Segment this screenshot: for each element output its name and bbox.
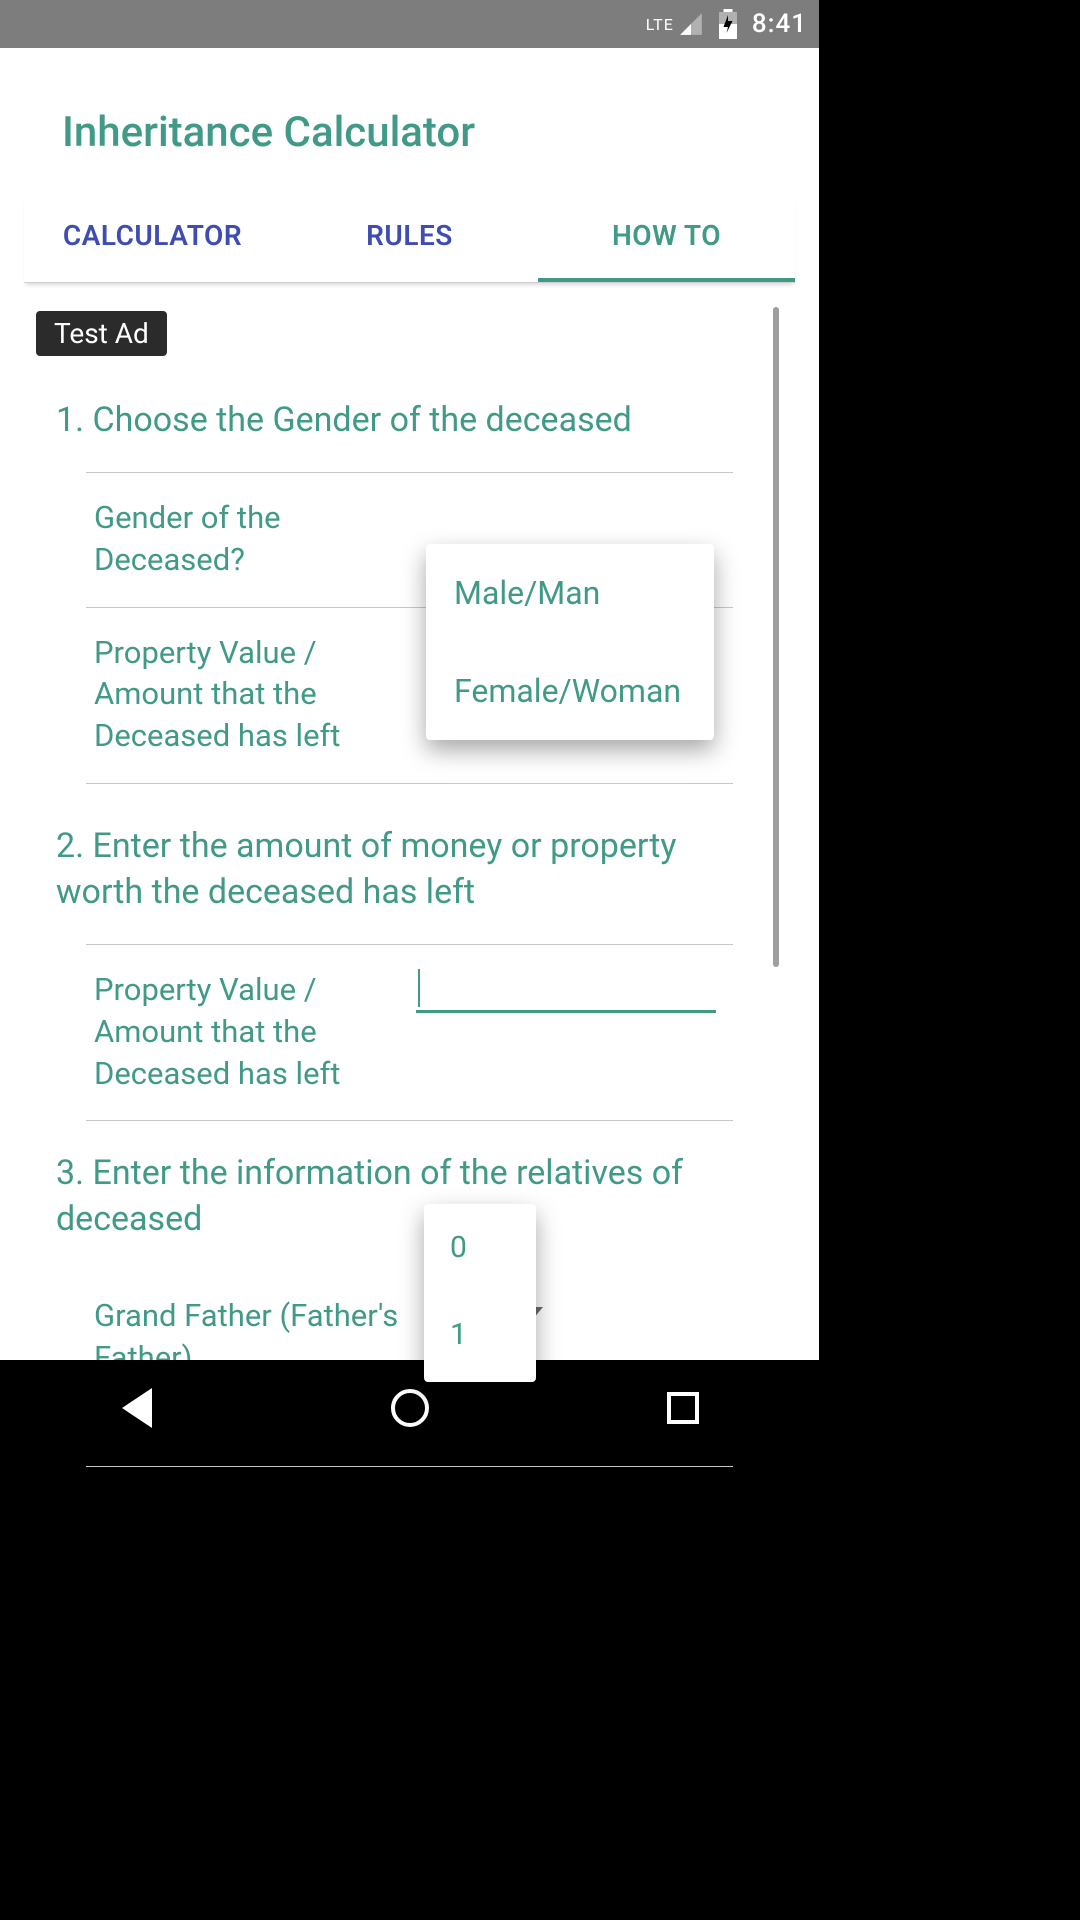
step3-heading: 3. Enter the information of the relative…	[56, 1151, 763, 1243]
gender-option-male[interactable]: Male/Man	[426, 544, 714, 642]
gender-popup: Male/Man Female/Woman	[426, 544, 714, 740]
divider	[86, 1466, 733, 1467]
app-window: Inheritance Calculator CALCULATOR RULES …	[0, 48, 819, 1360]
step1-heading: 1. Choose the Gender of the deceased	[56, 398, 763, 444]
tab-how-to[interactable]: HOW TO	[538, 197, 795, 282]
back-icon	[122, 1388, 152, 1428]
number-option-0[interactable]: 0	[424, 1204, 536, 1291]
battery-charging-icon	[718, 9, 738, 39]
network-type-label: LTE	[646, 15, 674, 34]
home-button[interactable]	[380, 1378, 440, 1438]
content-scroll-area[interactable]: Test Ad 1. Choose the Gender of the dece…	[0, 283, 819, 1295]
clock-label: 8:41	[752, 9, 807, 39]
home-icon	[391, 1389, 429, 1427]
property-label-2: Property Value / Amount that the Decease…	[86, 969, 386, 1095]
property-label-1: Property Value / Amount that the Decease…	[86, 632, 386, 758]
number-option-1[interactable]: 1	[424, 1291, 536, 1378]
recent-icon	[667, 1392, 699, 1424]
gender-option-female[interactable]: Female/Woman	[426, 642, 714, 740]
divider	[86, 1120, 733, 1121]
text-cursor	[418, 969, 420, 1007]
signal-icon	[678, 11, 704, 37]
gender-label: Gender of the Deceased?	[86, 497, 386, 581]
property-value-input[interactable]	[416, 969, 716, 1013]
scrollbar-thumb[interactable]	[773, 307, 779, 967]
status-bar: LTE 8:41	[0, 0, 819, 48]
tab-calculator[interactable]: CALCULATOR	[24, 197, 281, 282]
step2-heading: 2. Enter the amount of money or property…	[56, 824, 763, 916]
divider	[86, 783, 733, 784]
back-button[interactable]	[107, 1378, 167, 1438]
page-title: Inheritance Calculator	[0, 48, 819, 197]
system-nav-bar	[0, 1360, 819, 1456]
ad-badge: Test Ad	[36, 311, 167, 356]
number-popup: 0 1	[424, 1204, 536, 1382]
tab-rules[interactable]: RULES	[281, 197, 538, 282]
tab-bar: CALCULATOR RULES HOW TO	[24, 197, 795, 283]
recent-apps-button[interactable]	[653, 1378, 713, 1438]
